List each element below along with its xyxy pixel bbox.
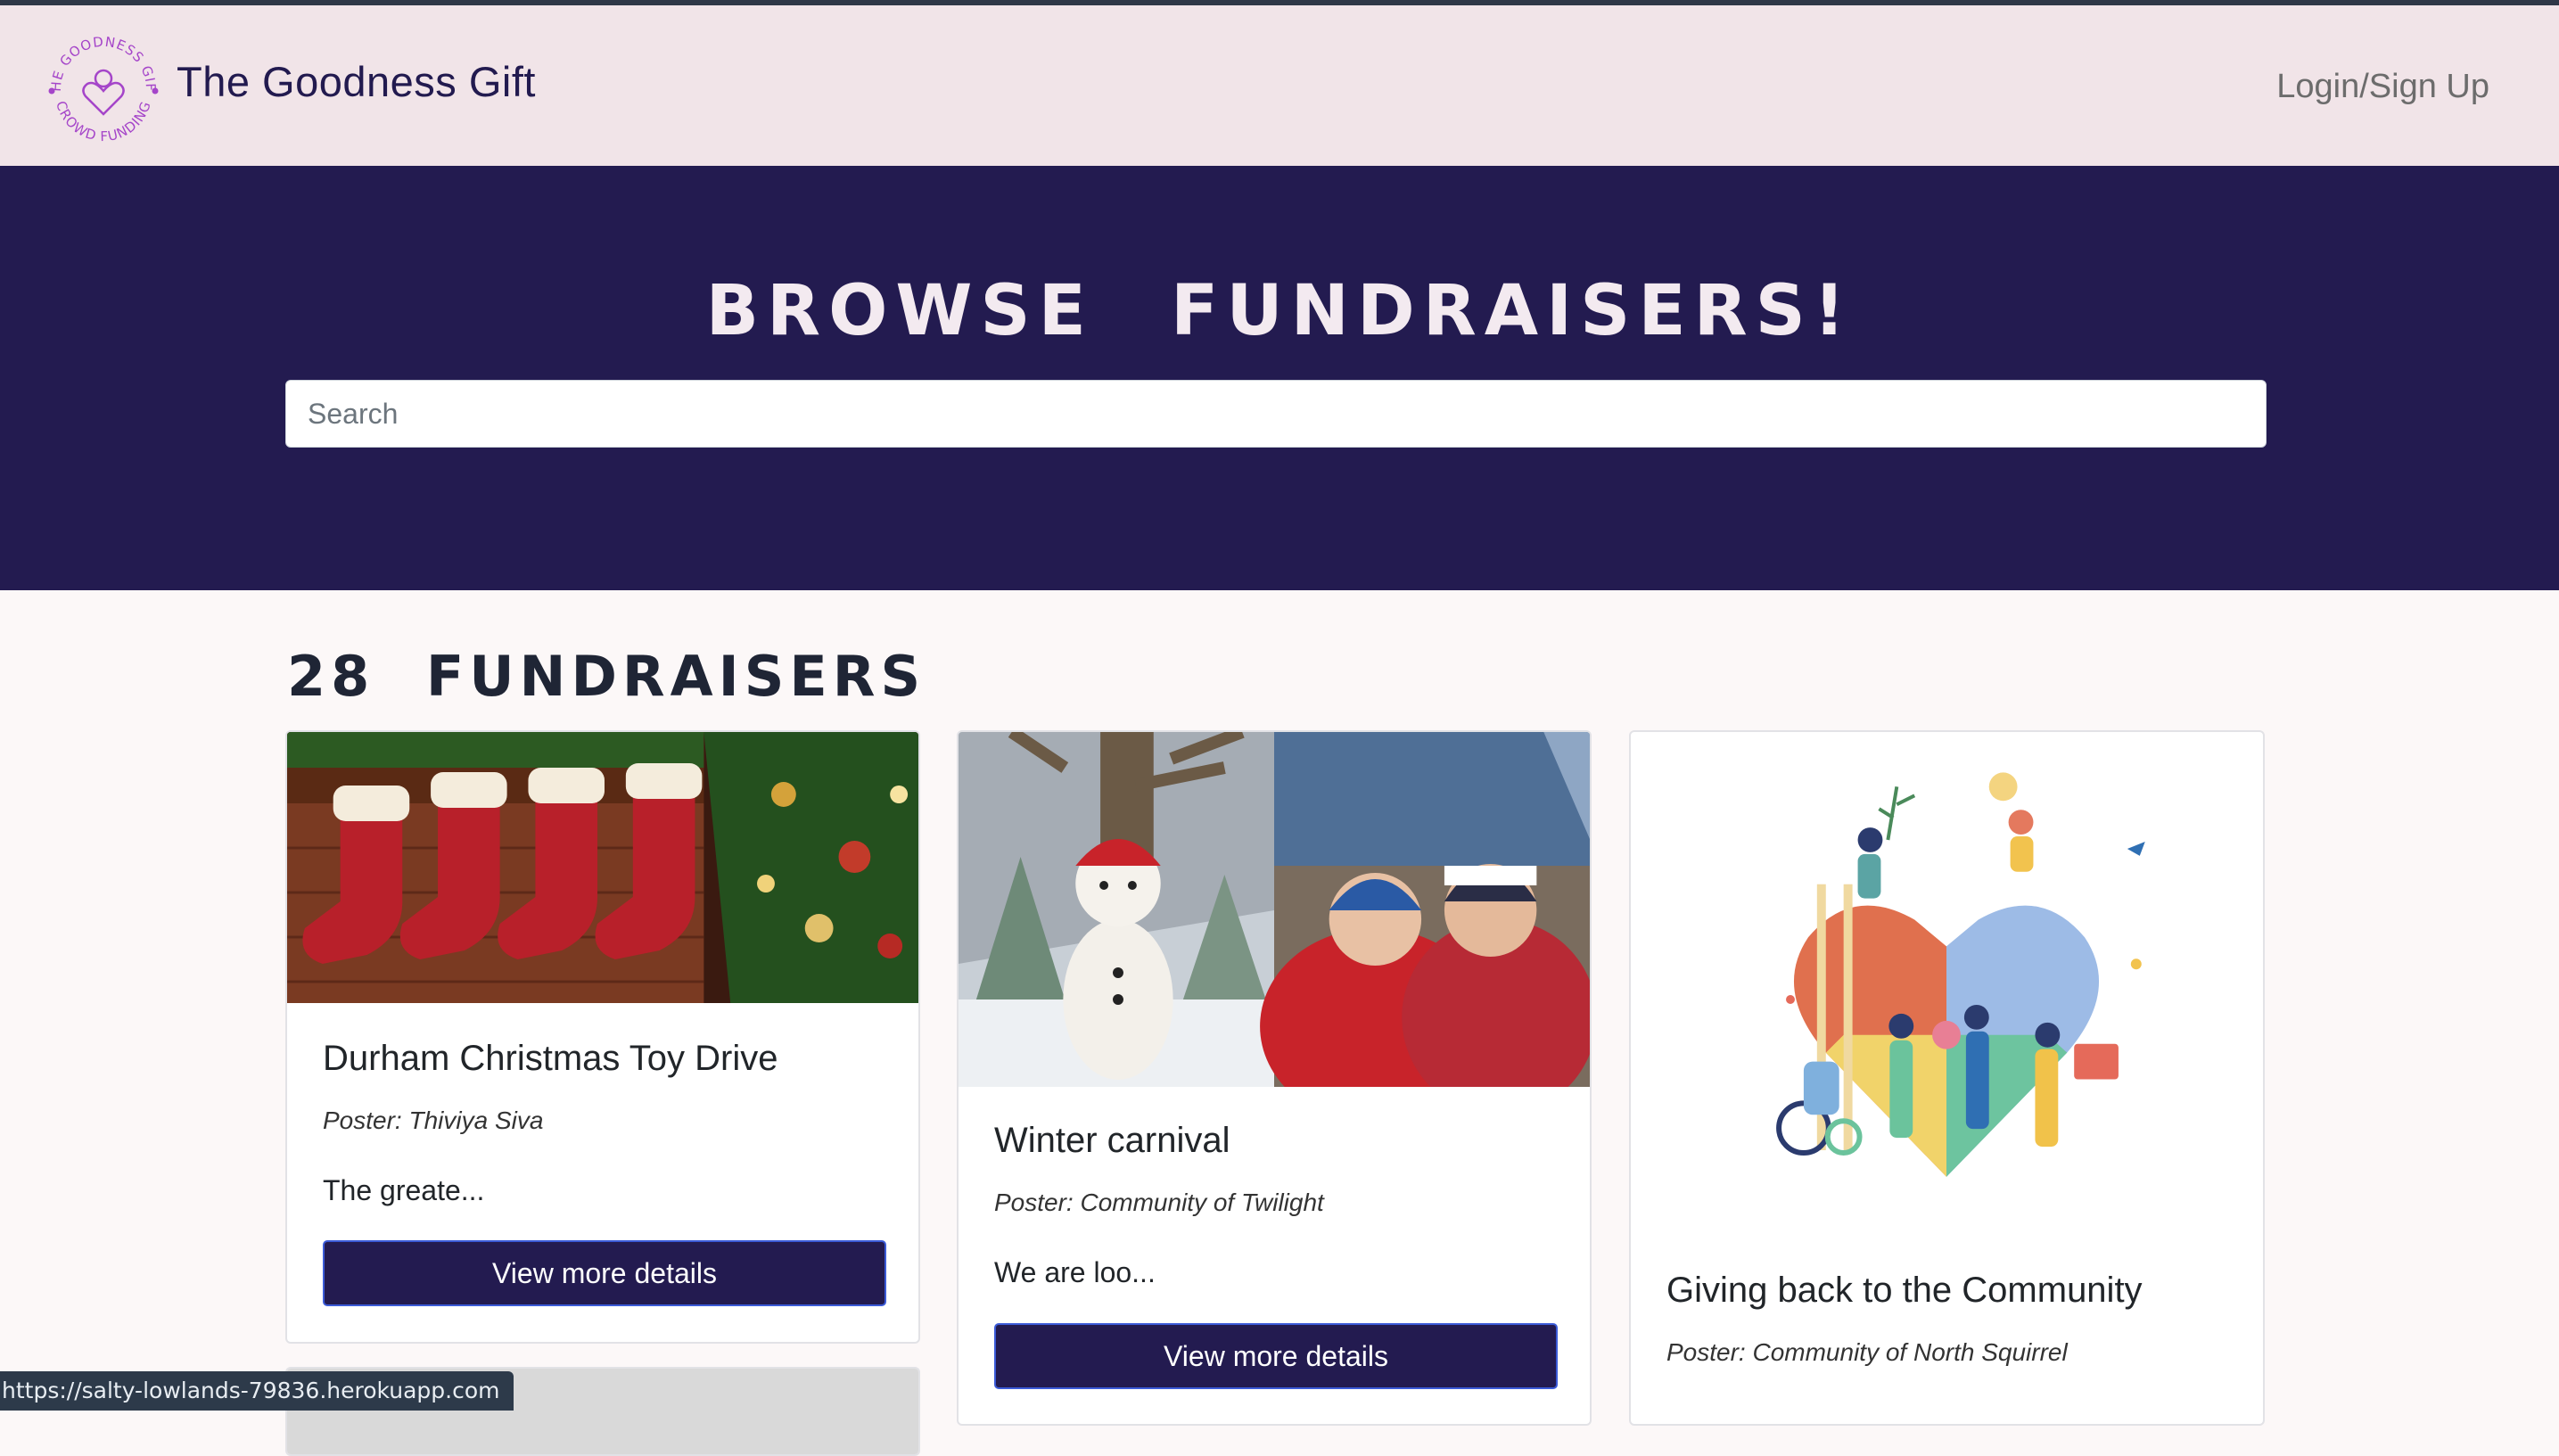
- logo-ring-bottom-text: CROWD FUNDING: [53, 99, 153, 144]
- page-title: BROWSE FUNDRAISERS!: [705, 271, 1854, 351]
- card-title[interactable]: Giving back to the Community: [1666, 1271, 2143, 1311]
- svg-text:THE GOODNESS GIFT: THE GOODNESS GIFT: [43, 29, 159, 92]
- view-details-button[interactable]: View more details: [994, 1323, 1558, 1389]
- winter-carnival-image[interactable]: [959, 732, 1590, 1087]
- fundraiser-card: Durham Christmas Toy Drive Poster: Thivi…: [285, 730, 920, 1344]
- card-poster: Poster: Thiviya Siva: [323, 1106, 544, 1134]
- goodness-gift-logo-icon[interactable]: THE GOODNESS GIFT CROWD FUNDING: [43, 29, 164, 150]
- fundraiser-card: Giving back to the Community Poster: Com…: [1629, 730, 2265, 1426]
- logo-ring-top-text: THE GOODNESS GIFT: [43, 29, 158, 92]
- card-poster: Poster: Community of North Squirrel: [1666, 1338, 2068, 1366]
- fundraiser-count-heading: 28 FUNDRAISERS: [287, 644, 926, 709]
- fundraiser-card: Winter carnival Poster: Community of Twi…: [957, 730, 1592, 1426]
- browser-status-url: https://salty-lowlands-79836.herokuapp.c…: [0, 1371, 514, 1411]
- community-puzzle-heart-illustration[interactable]: [1631, 768, 2263, 1231]
- card-title[interactable]: Winter carnival: [994, 1121, 1230, 1161]
- card-description: The greate...: [323, 1174, 485, 1206]
- hero-banner: BROWSE FUNDRAISERS!: [0, 166, 2559, 590]
- brand-name[interactable]: The Goodness Gift: [177, 57, 536, 106]
- card-poster: Poster: Community of Twilight: [994, 1189, 1324, 1216]
- card-title[interactable]: Durham Christmas Toy Drive: [323, 1039, 778, 1079]
- navbar: THE GOODNESS GIFT CROWD FUNDING The Good…: [0, 5, 2559, 166]
- search-input[interactable]: [285, 380, 2267, 448]
- view-details-button[interactable]: View more details: [323, 1240, 886, 1306]
- login-signup-link[interactable]: Login/Sign Up: [2276, 68, 2489, 106]
- svg-text:CROWD FUNDING: CROWD FUNDING: [53, 99, 154, 144]
- card-description: We are loo...: [994, 1256, 1156, 1288]
- christmas-stockings-image[interactable]: [287, 732, 918, 1003]
